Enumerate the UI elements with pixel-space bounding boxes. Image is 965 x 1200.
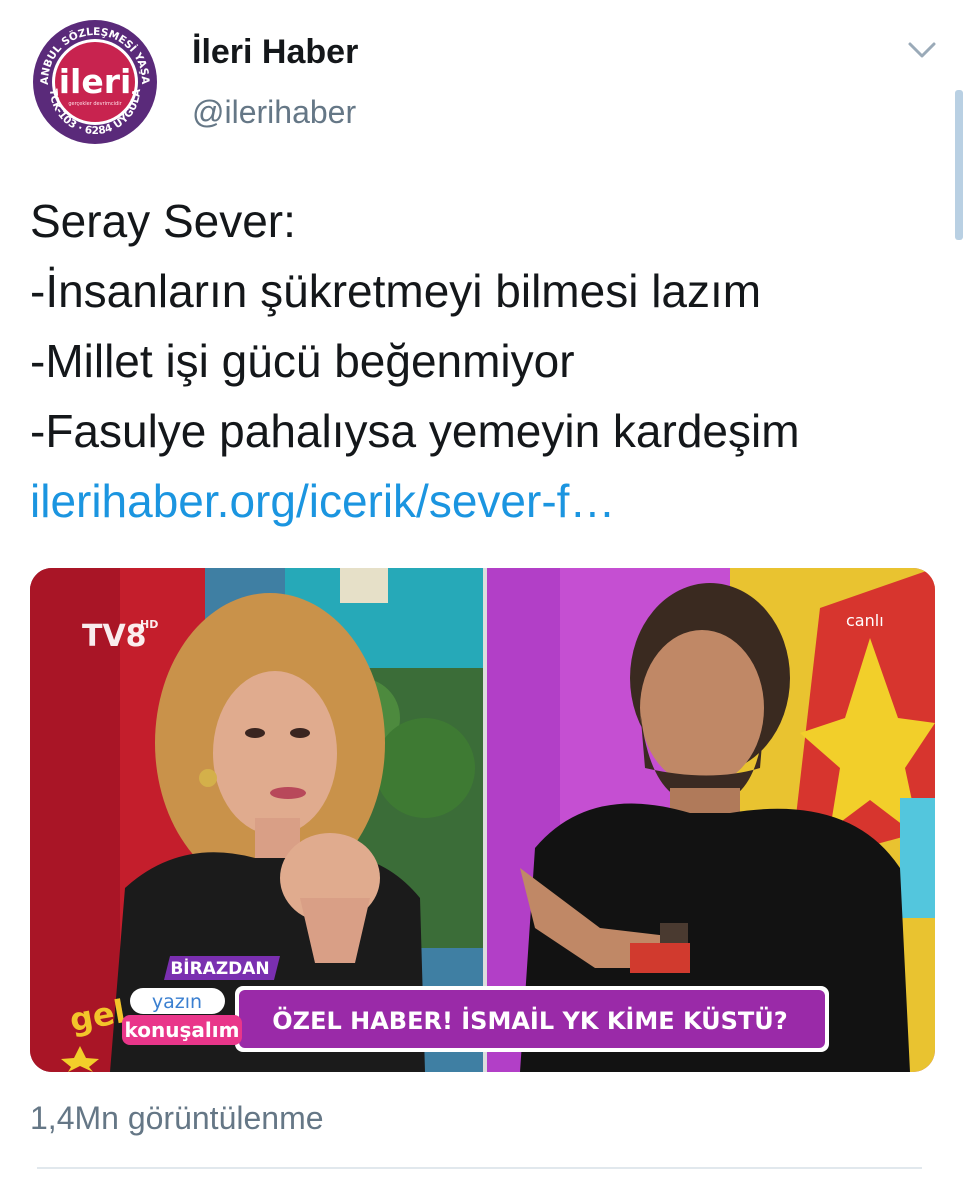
live-label: canlı [846, 611, 884, 630]
tweet-link[interactable]: ilerihaber.org/icerik/sever-f… [30, 466, 955, 536]
svg-text:gerçekler devrimcidir: gerçekler devrimcidir [68, 101, 122, 107]
svg-text:BİRAZDAN: BİRAZDAN [170, 957, 269, 979]
svg-text:HD: HD [140, 618, 158, 631]
video-thumbnail: TV8 HD canlı BİRAZDAN ÖZEL HABER! İSMAİL… [30, 568, 935, 1072]
upcoming-label: BİRAZDAN [164, 956, 280, 980]
avatar[interactable]: İSTANBUL SÖZLEŞMESİ YAŞATIR TCK-103 · 62… [30, 17, 160, 147]
svg-text:TV8: TV8 [82, 619, 147, 654]
display-name[interactable]: İleri Haber [192, 33, 358, 72]
user-handle[interactable]: @ilerihaber [192, 94, 356, 131]
tweet-line: -Millet işi gücü beğenmiyor [30, 335, 575, 387]
svg-text:konuşalım: konuşalım [125, 1018, 240, 1042]
svg-text:yazın: yazın [152, 991, 202, 1013]
media-video[interactable]: TV8 HD canlı BİRAZDAN ÖZEL HABER! İSMAİL… [30, 568, 935, 1072]
ileri-logo: İSTANBUL SÖZLEŞMESİ YAŞATIR TCK-103 · 62… [30, 17, 159, 146]
view-count: 1,4Mn görüntülenme [30, 1100, 324, 1136]
more-options-button[interactable] [906, 38, 938, 62]
tweet-line: Seray Sever: [30, 195, 296, 247]
scrollbar[interactable] [955, 90, 963, 240]
tweet-line: -Fasulye pahalıysa yemeyin kardeşim [30, 405, 800, 457]
svg-text:ÖZEL HABER! İSMAİL YK KİME KÜS: ÖZEL HABER! İSMAİL YK KİME KÜSTÜ? [272, 1005, 787, 1035]
chevron-down-icon [908, 42, 936, 58]
news-ticker: ÖZEL HABER! İSMAİL YK KİME KÜSTÜ? [235, 986, 829, 1052]
tweet-line: -İnsanların şükretmeyi bilmesi lazım [30, 265, 762, 317]
svg-text:ileri: ileri [59, 62, 132, 101]
tweet-text: Seray Sever: -İnsanların şükretmeyi bilm… [30, 186, 955, 536]
divider [37, 1167, 922, 1169]
